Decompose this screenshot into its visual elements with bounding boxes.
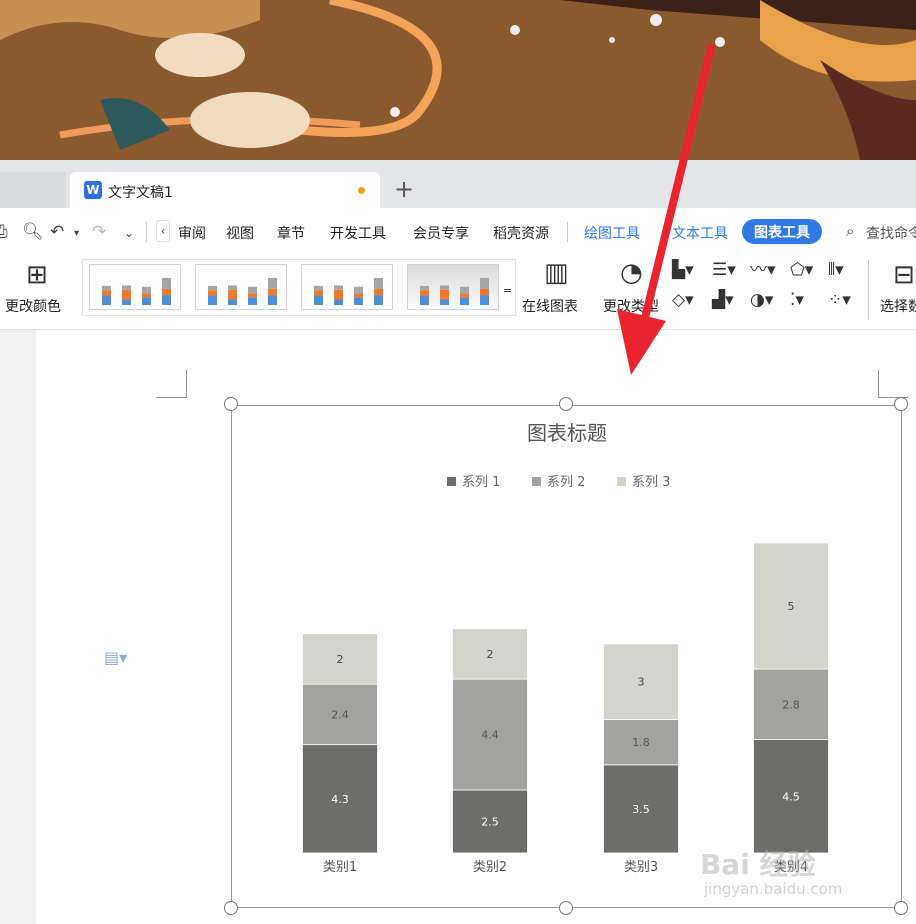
select-data-button[interactable]: 选择数据 (880, 296, 916, 316)
scatter-chart-icon[interactable]: ⁚▾ (790, 292, 804, 309)
data-label: 2.5 (481, 816, 499, 829)
margin-corner-right (878, 370, 908, 398)
line-chart-icon[interactable]: 〰▾ (750, 262, 776, 279)
menu-drawing-tools[interactable]: 绘图工具 (584, 223, 640, 243)
chart-style-4[interactable] (407, 264, 499, 310)
radar-chart-icon[interactable]: ⬠▾ (790, 262, 813, 279)
gallery-more-icon[interactable]: = (503, 282, 512, 299)
background-artwork (0, 0, 916, 160)
chart-legend[interactable]: 系列 1 系列 2 系列 3 (447, 475, 670, 490)
data-label: 2.8 (782, 698, 800, 711)
resize-handle-bottom[interactable] (559, 901, 573, 915)
area-chart-icon[interactable]: ◇▾ (672, 292, 694, 309)
writer-doc-icon: W (84, 181, 102, 199)
bubble-chart-icon[interactable]: ⁘▾ (828, 292, 851, 309)
menu-developer[interactable]: 开发工具 (330, 223, 386, 243)
redo-icon[interactable]: ↷ (92, 222, 106, 242)
resize-handle-top-left[interactable] (224, 397, 238, 411)
change-type-button[interactable]: 更改类型 (603, 296, 659, 316)
tab-previous[interactable] (0, 172, 66, 208)
online-chart-button[interactable]: 在线图表 (522, 296, 578, 316)
baidu-watermark: Bai 经验 (700, 848, 816, 881)
baidu-watermark-url: jingyan.baidu.com (704, 880, 843, 898)
select-data-icon[interactable]: ⊟ (893, 262, 915, 288)
tab-title: 文字文稿1 (108, 185, 173, 201)
chart-style-2[interactable] (195, 264, 287, 310)
paragraph-layout-icon[interactable]: ▤▾ (104, 648, 127, 667)
menu-text-tools[interactable]: 文本工具 (672, 223, 728, 243)
change-type-icon[interactable]: ◔ (620, 260, 643, 286)
chart-style-preview (420, 277, 489, 305)
data-label: 4.3 (331, 793, 349, 806)
change-color-button[interactable]: 更改颜色 (5, 296, 61, 316)
margin-corner-left (156, 370, 187, 398)
data-label: 2.4 (331, 708, 349, 721)
chart-style-3[interactable] (301, 264, 393, 310)
resize-handle-bottom-left[interactable] (224, 901, 238, 915)
search-command[interactable]: 查找命令 (866, 223, 916, 243)
bar-chart-icon[interactable]: ▙▾ (672, 262, 694, 279)
data-label: 1.8 (632, 736, 650, 749)
legend-label-3: 系列 3 (632, 475, 670, 490)
chart-style-gallery (82, 259, 516, 316)
ribbon-separator (868, 260, 869, 320)
menu-member[interactable]: 会员专享 (413, 223, 469, 243)
menu-section[interactable]: 章节 (277, 223, 305, 243)
legend-swatch-1 (447, 477, 456, 486)
data-label: 2 (337, 653, 344, 666)
chart-style-1[interactable] (89, 264, 181, 310)
category-label: 类别3 (624, 860, 658, 875)
scroll-left-chevron-icon[interactable]: ‹ (156, 220, 170, 242)
chart-bars: 4.32.42类别12.54.42类别23.51.83类别34.52.85类别4 (302, 542, 829, 875)
category-label: 类别2 (473, 860, 507, 875)
menu-docer-resources[interactable]: 稻壳资源 (493, 223, 549, 243)
chart-title[interactable]: 图表标题 (527, 421, 607, 445)
chart-style-preview (102, 277, 171, 305)
legend-label-1: 系列 1 (462, 475, 500, 490)
pie-chart-icon[interactable]: ◑▾ (750, 292, 773, 309)
tab-document[interactable]: W 文字文稿1 (70, 172, 380, 208)
online-chart-icon[interactable]: ▥ (544, 260, 569, 286)
resize-handle-bottom-right[interactable] (894, 901, 908, 915)
menu-bar: ⎙ 🔍︎ ↶ ▾ ↷ ⌄ ‹ 审阅 视图 章节 开发工具 会员专享 稻壳资源 绘… (0, 208, 916, 254)
horizontal-bar-icon[interactable]: ☰▾ (712, 262, 736, 279)
data-label: 2 (487, 648, 494, 661)
stock-chart-icon[interactable]: ⫴▾ (828, 262, 844, 279)
chart-style-preview (208, 277, 277, 305)
print-preview-icon[interactable]: 🔍︎ (22, 222, 44, 242)
data-label: 5 (788, 600, 795, 613)
resize-handle-top-right[interactable] (894, 397, 908, 411)
combo-chart-icon[interactable]: ▟▾ (712, 292, 734, 309)
menu-chart-tools[interactable]: 图表工具 (742, 219, 822, 244)
menu-review[interactable]: 审阅 (178, 223, 206, 243)
tab-bar: W 文字文稿1 + (0, 160, 916, 208)
unsaved-dot-icon (358, 187, 365, 194)
menu-separator (146, 222, 147, 242)
resize-handle-top[interactable] (559, 397, 573, 411)
print-icon[interactable]: ⎙ (0, 222, 8, 242)
chart-style-preview (314, 277, 383, 305)
search-icon[interactable]: ⌕ (846, 222, 854, 240)
legend-swatch-2 (532, 477, 541, 486)
data-label: 3 (638, 676, 645, 689)
data-label: 3.5 (632, 803, 650, 816)
add-tab-button[interactable]: + (394, 177, 414, 201)
legend-swatch-3 (617, 477, 626, 486)
customize-quick-access-icon[interactable]: ⌄ (124, 226, 134, 240)
chart-ribbon: ⊞ 更改颜色 = ▥ 在线图表 ◔ 更改类型 ▙▾ ☰▾ 〰▾ ⬠▾ ⫴▾ ◇▾… (0, 254, 916, 330)
chart-object[interactable]: 图表标题 系列 1 系列 2 系列 3 4.3 2.4 2 类别1 2.5 4.4 2 类别2 3.… (231, 405, 902, 908)
chart-canvas: 图表标题 系列 1 系列 2 系列 3 4.3 2.4 2 类别1 2.5 4.4 2 类别2 3.… (302, 421, 829, 875)
data-label: 4.4 (481, 729, 499, 742)
change-color-icon[interactable]: ⊞ (26, 262, 48, 288)
menu-separator (567, 222, 568, 242)
legend-label-2: 系列 2 (547, 475, 585, 490)
undo-icon[interactable]: ↶ (50, 222, 64, 242)
data-label: 4.5 (782, 790, 800, 803)
category-label: 类别1 (323, 860, 357, 875)
undo-dropdown-icon[interactable]: ▾ (74, 228, 79, 239)
menu-view[interactable]: 视图 (226, 223, 254, 243)
